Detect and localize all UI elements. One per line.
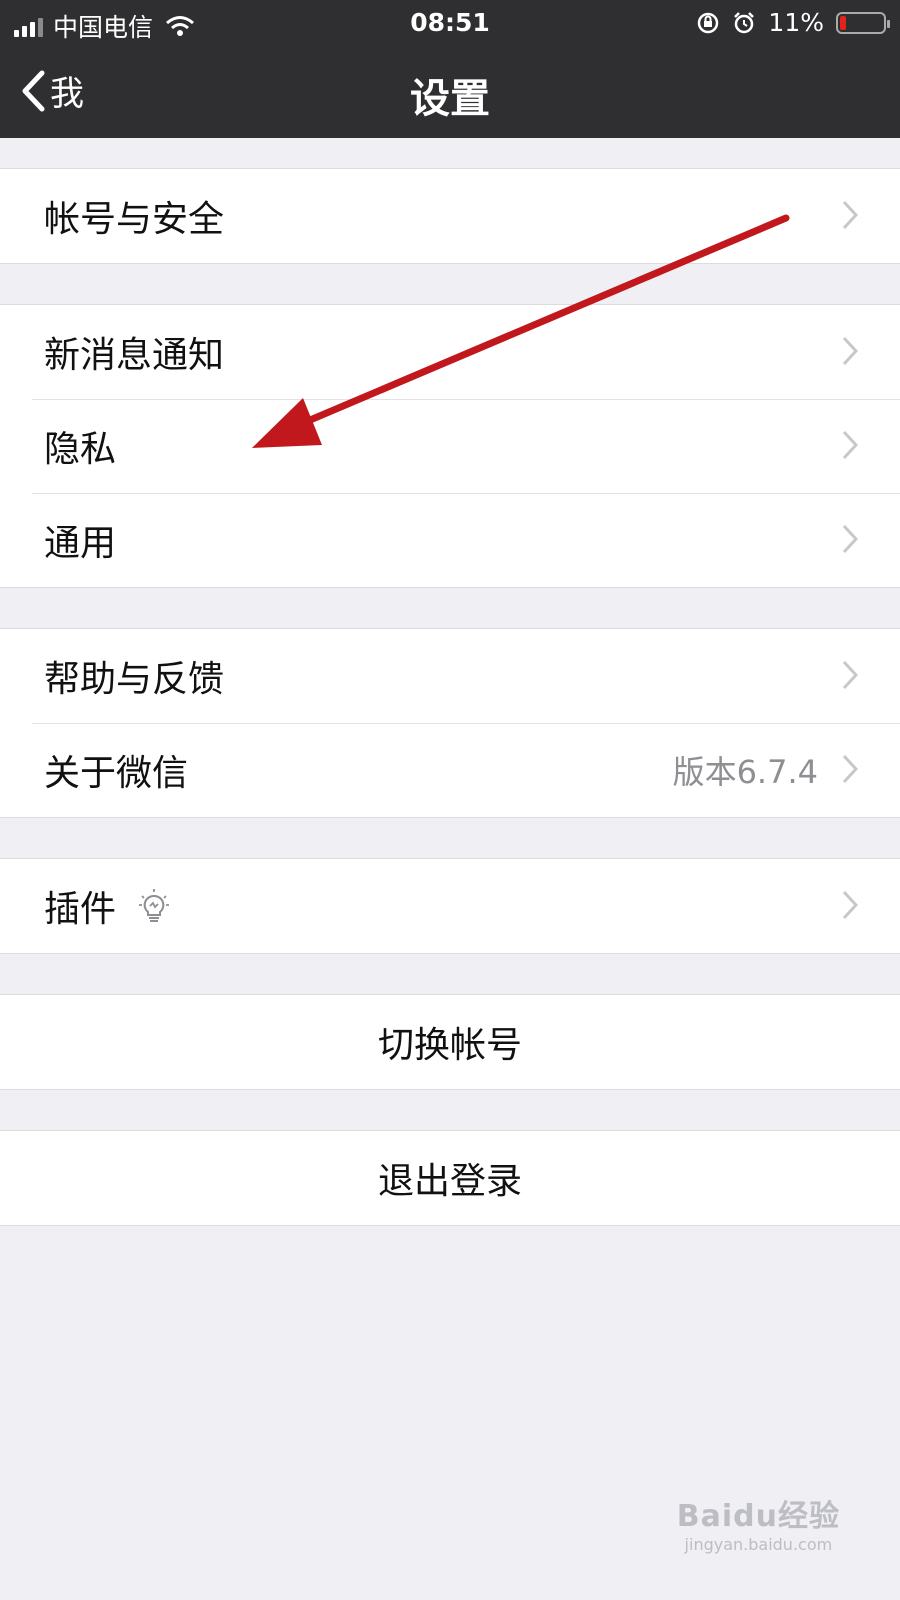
- settings-group-about: 帮助与反馈 关于微信 版本6.7.4: [0, 628, 900, 818]
- notifications-item[interactable]: 新消息通知: [0, 305, 900, 399]
- watermark: Baidu经验 jingyan.baidu.com: [677, 1491, 840, 1554]
- top-bar: 中国电信 08:51 11% 我 设置: [0, 0, 900, 138]
- chevron-right-icon: [842, 336, 858, 366]
- item-label: 插件: [44, 889, 117, 930]
- chevron-right-icon: [842, 524, 858, 554]
- watermark-url: jingyan.baidu.com: [684, 1535, 833, 1554]
- general-item[interactable]: 通用: [0, 493, 900, 587]
- chevron-right-icon: [842, 890, 858, 920]
- navigation-bar: 我 设置: [0, 46, 900, 138]
- logout-button[interactable]: 退出登录: [0, 1131, 900, 1225]
- settings-group-general: 新消息通知 隐私 通用: [0, 304, 900, 588]
- battery-icon: [836, 11, 890, 34]
- watermark-brand: Baidu经验: [676, 1499, 840, 1534]
- settings-group-account: 帐号与安全: [0, 168, 900, 264]
- chevron-right-icon: [842, 200, 858, 230]
- item-label: 通用: [44, 523, 117, 564]
- version-value: 版本6.7.4: [672, 753, 818, 791]
- help-feedback-item[interactable]: 帮助与反馈: [0, 629, 900, 723]
- page-title: 设置: [410, 76, 490, 122]
- item-label: 隐私: [44, 429, 117, 470]
- item-label: 帮助与反馈: [44, 659, 225, 700]
- battery-percentage: 11%: [768, 8, 824, 37]
- lightbulb-icon: [138, 888, 170, 924]
- chevron-right-icon: [842, 754, 858, 784]
- plugins-item[interactable]: 插件: [0, 859, 900, 953]
- item-label: 帐号与安全: [44, 199, 225, 240]
- privacy-item[interactable]: 隐私: [0, 399, 900, 493]
- switch-account-group: 切换帐号: [0, 994, 900, 1090]
- chevron-right-icon: [842, 660, 858, 690]
- about-wechat-item[interactable]: 关于微信 版本6.7.4: [0, 723, 900, 817]
- status-bar: 中国电信 08:51 11%: [0, 0, 900, 46]
- chevron-right-icon: [842, 430, 858, 460]
- item-label: 关于微信: [44, 753, 189, 794]
- settings-group-plugins: 插件: [0, 858, 900, 954]
- account-security-item[interactable]: 帐号与安全: [0, 169, 900, 263]
- item-label: 新消息通知: [44, 335, 225, 376]
- logout-group: 退出登录: [0, 1130, 900, 1226]
- switch-account-button[interactable]: 切换帐号: [0, 995, 900, 1089]
- alarm-icon: [734, 11, 755, 33]
- rotation-lock-icon: [698, 12, 719, 33]
